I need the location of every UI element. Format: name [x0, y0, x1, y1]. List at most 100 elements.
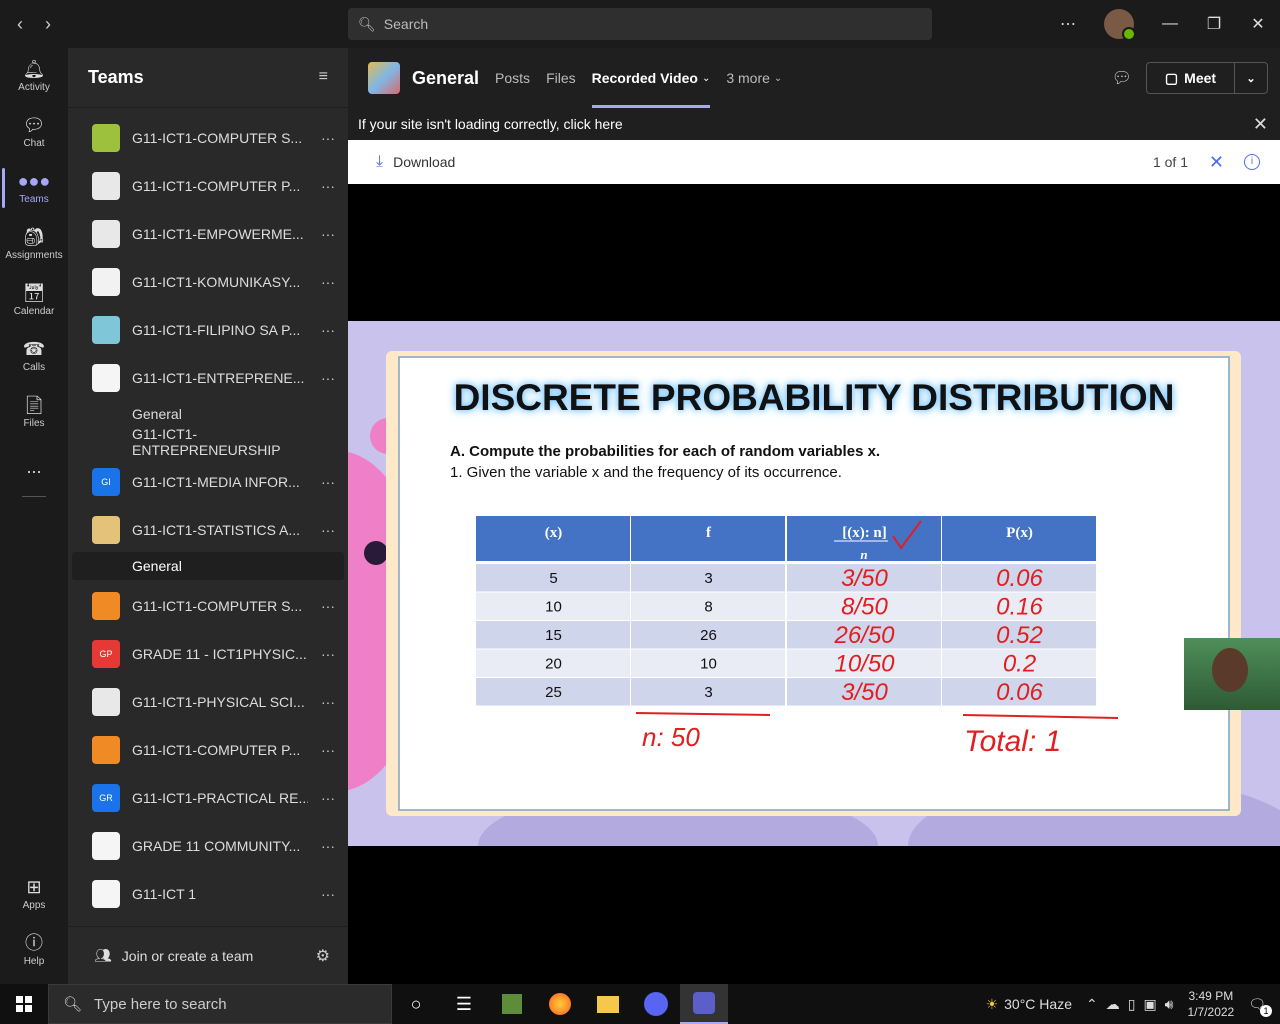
more-options-icon[interactable]: ···	[308, 838, 348, 854]
cell-x: 20	[545, 656, 562, 673]
page-count: 1 of 1	[1152, 154, 1188, 170]
close-icon[interactable]: ✕	[1236, 0, 1280, 48]
team-item[interactable]: G11-ICT1-COMPUTER S... ···	[68, 116, 348, 160]
more-options-icon[interactable]: ···	[308, 790, 348, 806]
meet-button[interactable]: ▢ Meet ⌄	[1146, 62, 1268, 94]
site-loading-banner[interactable]: If your site isn't loading correctly, cl…	[348, 108, 1280, 140]
minimize-icon[interactable]: —	[1148, 0, 1192, 48]
rail-more[interactable]: ...	[0, 440, 68, 496]
battery-icon[interactable]: ▯	[1128, 996, 1136, 1013]
system-tray: ☀ 30°C Haze ⌃ ☁ ▯ ▣ 🔊︎ 3:49 PM 1/7/2022 …	[986, 984, 1280, 1024]
weather-icon: ☀	[985, 995, 999, 1012]
rail-activity[interactable]: 🔔︎ Activity	[0, 48, 68, 104]
rail-help[interactable]: ⓘ Help	[0, 922, 68, 978]
download-icon[interactable]: ⤓	[376, 153, 383, 171]
close-icon[interactable]: ✕	[1253, 114, 1268, 135]
handwritten-line	[635, 712, 771, 716]
rail-calendar[interactable]: 📅︎ Calendar	[0, 272, 68, 328]
conversation-icon[interactable]: 💬︎	[1112, 68, 1132, 88]
taskbar: 🔍︎ Type here to search ○ ☰ ☀ 30°C Haze ⌃…	[0, 984, 1280, 1024]
team-item[interactable]: G11-ICT 1 ···	[68, 872, 348, 916]
teams-taskbar-icon[interactable]	[680, 984, 728, 1024]
avatar[interactable]	[1104, 9, 1136, 41]
download-button[interactable]: Download	[393, 154, 455, 170]
minecraft-icon[interactable]	[488, 984, 536, 1024]
handwritten-probability: 0.52	[996, 622, 1043, 649]
rail-teams[interactable]: ●●● Teams	[0, 160, 68, 216]
more-options-icon[interactable]: ···	[308, 274, 348, 290]
team-avatar-icon: GR	[92, 784, 120, 812]
cortana-icon[interactable]: ○	[392, 984, 440, 1024]
tab-files[interactable]: Files	[546, 48, 576, 108]
team-item[interactable]: GP GRADE 11 - ICT1PHYSIC... ···	[68, 632, 348, 676]
more-options-icon[interactable]: ···	[308, 742, 348, 758]
discord-logo	[644, 992, 668, 1016]
close-viewer-icon[interactable]: ✕	[1209, 152, 1224, 173]
channel-general[interactable]: General	[72, 400, 344, 428]
team-item[interactable]: G11-ICT1-EMPOWERME... ···	[68, 212, 348, 256]
video-viewer[interactable]: DISCRETE PROBABILITY DISTRIBUTION A. Com…	[348, 184, 1280, 984]
team-item[interactable]: G11-ICT1-ENTREPRENE... ···	[68, 356, 348, 400]
weather-text[interactable]: 30°C Haze	[1004, 996, 1072, 1012]
back-icon[interactable]: ‹	[6, 10, 34, 38]
more-options-icon[interactable]: ···	[308, 694, 348, 710]
channel-entrepreneurship[interactable]: G11-ICT1-ENTREPRENEURSHIP	[72, 426, 344, 458]
gear-icon[interactable]: ⚙	[316, 946, 330, 966]
more-options-icon[interactable]: ···	[308, 646, 348, 662]
more-options-icon[interactable]: ···	[308, 226, 348, 242]
tab-more[interactable]: 3 more ⌄	[726, 48, 782, 108]
team-item[interactable]: GI G11-ICT1-MEDIA INFOR... ···	[68, 460, 348, 504]
network-icon[interactable]: ▣	[1143, 996, 1156, 1013]
tray-chevron-icon[interactable]: ⌃	[1086, 996, 1098, 1013]
more-options-icon[interactable]: ···	[308, 886, 348, 902]
team-item[interactable]: GRADE 11 COMMUNITY... ···	[68, 824, 348, 868]
filter-icon[interactable]: ≡	[319, 68, 328, 86]
team-name: G11-ICT1-STATISTICS A...	[132, 522, 301, 538]
rail-assignments[interactable]: 🎒︎ Assignments	[0, 216, 68, 272]
forward-icon[interactable]: ›	[34, 10, 62, 38]
rail-label: Assignments	[5, 250, 63, 261]
more-options-icon[interactable]: ···	[308, 370, 348, 386]
more-options-icon[interactable]: ···	[308, 522, 348, 538]
discord-icon[interactable]	[632, 984, 680, 1024]
team-item[interactable]: G11-ICT1-STATISTICS A... ···	[68, 508, 348, 552]
presenter-face	[1212, 648, 1248, 692]
team-item[interactable]: G11-ICT1-COMPUTER P... ···	[68, 164, 348, 208]
team-item[interactable]: GR G11-ICT1-PRACTICAL RE... ···	[68, 776, 348, 820]
rail-chat[interactable]: 💬︎ Chat	[0, 104, 68, 160]
team-item[interactable]: G11-ICT1-FILIPINO SA P... ···	[68, 308, 348, 352]
rail-apps[interactable]: ⊞ Apps	[0, 866, 68, 922]
onedrive-icon[interactable]: ☁	[1106, 996, 1120, 1013]
more-options-icon[interactable]: ···	[308, 178, 348, 194]
restore-icon[interactable]: ❐	[1192, 0, 1236, 48]
tab-posts[interactable]: Posts	[495, 48, 530, 108]
notification-icon[interactable]: 🗨︎ 1	[1248, 996, 1272, 1017]
more-options-icon[interactable]: ···	[308, 322, 348, 338]
rail-calls[interactable]: ☎︎ Calls	[0, 328, 68, 384]
tab-recorded-video[interactable]: Recorded Video ⌄	[591, 48, 710, 108]
clock[interactable]: 3:49 PM 1/7/2022	[1188, 988, 1235, 1020]
chevron-down-icon[interactable]: ⌄	[1235, 72, 1267, 85]
more-options-icon[interactable]: ···	[308, 598, 348, 614]
volume-icon[interactable]: 🔊︎	[1165, 996, 1174, 1013]
more-options-icon[interactable]: ···	[308, 474, 348, 490]
info-icon[interactable]: i	[1244, 154, 1260, 170]
file-explorer-icon[interactable]	[584, 984, 632, 1024]
task-view-icon[interactable]: ☰	[440, 984, 488, 1024]
channel-general-selected[interactable]: General	[72, 552, 344, 580]
firefox-icon[interactable]	[536, 984, 584, 1024]
team-item[interactable]: G11-ICT1-KOMUNIKASY... ···	[68, 260, 348, 304]
rail-label: Teams	[19, 194, 49, 205]
search-input[interactable]: 🔍︎ Search	[348, 8, 932, 40]
join-create-team[interactable]: 👥︎ Join or create a team ⚙	[68, 926, 348, 984]
more-options-icon[interactable]: ⋯	[1046, 0, 1090, 48]
team-item[interactable]: G11-ICT1-COMPUTER S... ···	[68, 584, 348, 628]
windows-start-icon[interactable]	[0, 984, 48, 1024]
rail-files[interactable]: 📄︎ Files	[0, 384, 68, 440]
probability-table: (x) f [(x): n] P(x)n5 3 3/50 0.0610 8 8/50 0.1615…	[476, 516, 1119, 758]
team-item[interactable]: G11-ICT1-PHYSICAL SCI... ···	[68, 680, 348, 724]
cell-f: 10	[700, 656, 717, 673]
more-options-icon[interactable]: ···	[308, 130, 348, 146]
team-item[interactable]: G11-ICT1-COMPUTER P... ···	[68, 728, 348, 772]
taskbar-search[interactable]: 🔍︎ Type here to search	[48, 984, 392, 1024]
